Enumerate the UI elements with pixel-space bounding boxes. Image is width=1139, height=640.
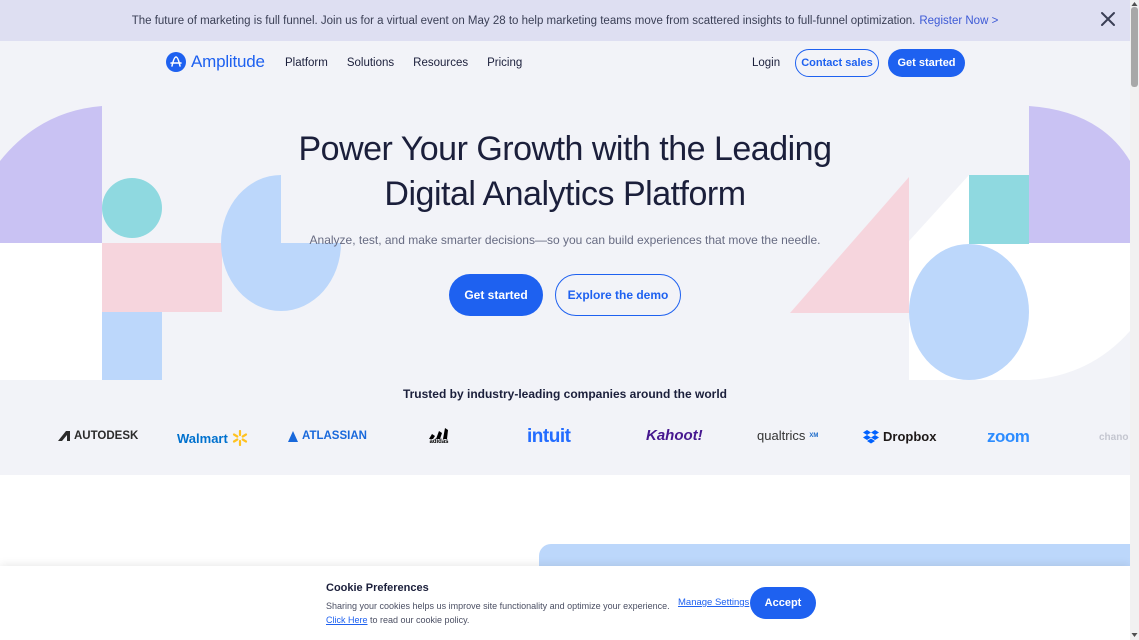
logo-wordmark: Amplitude (191, 52, 265, 71)
amplitude-logo[interactable]: Amplitude (166, 52, 265, 72)
qualtrics-xm-mark: XM (809, 432, 819, 439)
autodesk-logo: AUTODESK (58, 430, 138, 442)
kahoot-logo: Kahoot! (646, 427, 703, 444)
dropbox-icon (863, 429, 879, 443)
hero-decorative-shapes (0, 106, 1130, 380)
left-pink-rect (102, 243, 222, 312)
autodesk-mark-icon (58, 431, 70, 441)
cookie-policy-text: Click Here to read our cookie policy. (326, 615, 470, 625)
manage-settings-link[interactable]: Manage Settings (678, 597, 749, 608)
page-scrollbar[interactable] (1130, 0, 1139, 640)
close-icon (1101, 12, 1115, 26)
adidas-logo: adidas (428, 426, 450, 445)
contact-sales-button[interactable]: Contact sales (795, 49, 879, 77)
hero-headline-line1: Power Your Growth with the Leading (298, 130, 832, 168)
hero-section (0, 41, 1130, 475)
hero-subheadline: Analyze, test, and make smarter decision… (309, 233, 821, 247)
atlassian-mark-icon (288, 430, 298, 442)
zoom-logo: zoom (987, 427, 1030, 446)
nav-resources[interactable]: Resources (413, 57, 468, 69)
cookie-banner: Cookie Preferences Sharing your cookies … (0, 566, 1130, 640)
intuit-logo: intuit (527, 426, 571, 447)
scroll-down-arrow-icon[interactable] (1131, 632, 1138, 638)
scrollbar-thumb[interactable] (1131, 7, 1138, 87)
explore-demo-button[interactable]: Explore the demo (555, 274, 681, 316)
walmart-spark-icon (232, 430, 247, 446)
faded-partner-logo: chano (1099, 432, 1129, 443)
banner-text: The future of marketing is full funnel. … (131, 14, 916, 27)
cookie-description: Sharing your cookies helps us improve si… (326, 601, 670, 611)
hero-headline-line2: Digital Analytics Platform (384, 175, 746, 213)
nav-links: Platform Solutions Resources Pricing (285, 57, 541, 69)
walmart-logo: Walmart (177, 430, 248, 446)
page: The future of marketing is full funnel. … (0, 0, 1130, 640)
atlassian-logo: ATLASSIAN (288, 430, 367, 442)
trusted-heading: Trusted by industry-leading companies ar… (402, 387, 728, 401)
adidas-stripes-icon (429, 428, 448, 439)
nav-get-started-button[interactable]: Get started (888, 49, 965, 77)
nav-platform[interactable]: Platform (285, 57, 328, 69)
dropbox-logo: Dropbox (863, 429, 936, 444)
customer-logo-strip: AUTODESK Walmart ATLASSIAN adidas intuit… (0, 420, 1130, 456)
cookie-title: Cookie Preferences (326, 582, 429, 594)
right-white-arc (1029, 243, 1130, 380)
amplitude-logo-icon (166, 52, 186, 72)
register-now-link[interactable]: Register Now > (919, 15, 998, 27)
nav-solutions[interactable]: Solutions (347, 57, 394, 69)
accept-cookies-button[interactable]: Accept (750, 587, 816, 619)
nav-pricing[interactable]: Pricing (487, 57, 522, 69)
right-sky-circle (909, 244, 1029, 380)
left-sky-rect (102, 312, 162, 380)
announcement-banner: The future of marketing is full funnel. … (0, 0, 1130, 41)
cookie-policy-link[interactable]: Click Here (326, 615, 368, 625)
hero-get-started-button[interactable]: Get started (449, 274, 543, 316)
top-navigation: Amplitude Platform Solutions Resources P… (0, 41, 1130, 87)
close-banner-button[interactable] (1098, 9, 1118, 29)
qualtrics-logo: qualtrics XM (757, 428, 819, 443)
login-link[interactable]: Login (752, 57, 780, 69)
